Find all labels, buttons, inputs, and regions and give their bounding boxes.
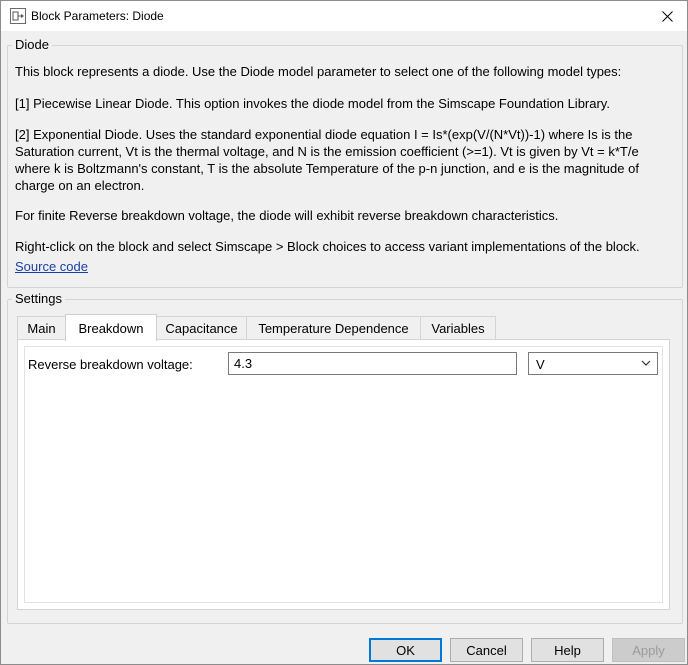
block-parameters-window: Block Parameters: Diode Diode This block… [0, 0, 688, 665]
description-paragraph: Right-click on the block and select Sims… [15, 239, 640, 254]
reverse-breakdown-voltage-input[interactable] [228, 352, 517, 375]
description-group-legend: Diode [12, 37, 52, 52]
simulink-block-icon [10, 8, 26, 24]
cancel-button[interactable]: Cancel [450, 638, 523, 662]
chevron-down-icon [641, 360, 651, 366]
close-icon [661, 10, 673, 22]
description-paragraph: For finite Reverse breakdown voltage, th… [15, 208, 559, 223]
tab-main[interactable]: Main [17, 316, 66, 339]
tab-breakdown[interactable]: Breakdown [65, 314, 157, 341]
unit-dropdown-value: V [536, 357, 545, 372]
description-paragraph: [2] Exponential Diode. Uses the standard… [15, 127, 639, 193]
parameters-panel [24, 346, 663, 603]
tab-capacitance[interactable]: Capacitance [156, 316, 247, 339]
window-title: Block Parameters: Diode [31, 9, 164, 23]
unit-dropdown[interactable]: V [528, 352, 658, 375]
source-code-link[interactable]: Source code [15, 259, 88, 274]
title-bar: Block Parameters: Diode [1, 1, 687, 31]
help-button[interactable]: Help [531, 638, 604, 662]
tab-temperature-dependence[interactable]: Temperature Dependence [246, 316, 421, 339]
apply-button[interactable]: Apply [612, 638, 685, 662]
close-button[interactable] [647, 1, 687, 31]
description-paragraph: [1] Piecewise Linear Diode. This option … [15, 96, 610, 111]
ok-button[interactable]: OK [369, 638, 442, 662]
description-paragraph: This block represents a diode. Use the D… [15, 64, 622, 79]
reverse-breakdown-voltage-label: Reverse breakdown voltage: [28, 357, 193, 372]
breakdown-tab-panel [17, 339, 670, 610]
settings-group-legend: Settings [12, 291, 65, 306]
tab-variables[interactable]: Variables [420, 316, 496, 339]
